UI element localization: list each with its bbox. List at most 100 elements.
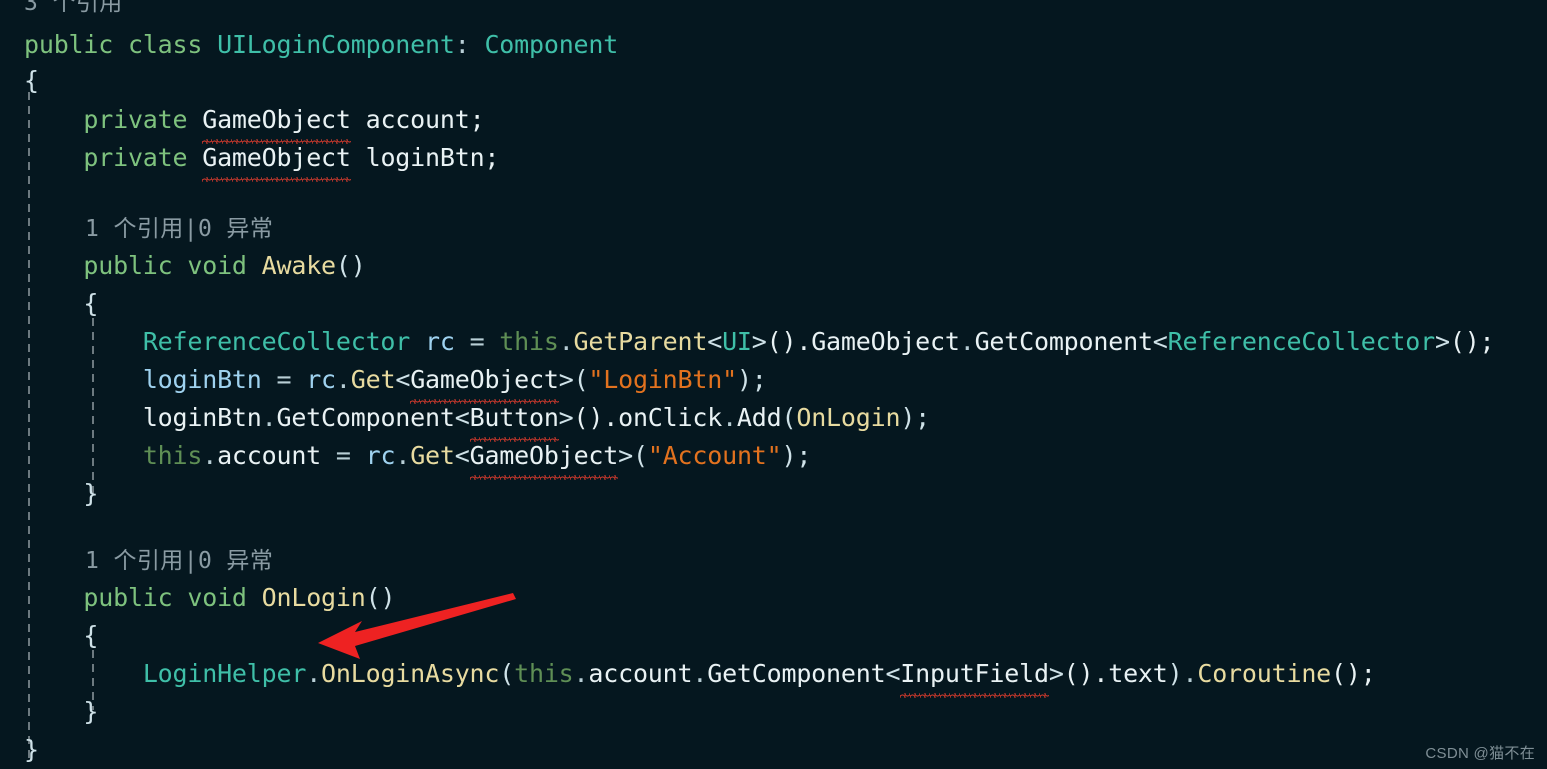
method-get-1: Get — [350, 365, 396, 394]
code-line-field-loginbtn: private GameObject loginBtn; — [24, 139, 500, 182]
type-gameobject-1: GameObject — [202, 101, 351, 144]
type-gameobject-2: GameObject — [202, 139, 351, 182]
angle-open-button: < — [454, 403, 470, 432]
dot-lb: . — [335, 365, 351, 394]
code-line-onclick-add: loginBtn.GetComponent<Button>().onClick.… — [24, 399, 931, 442]
method-getparent: GetParent — [573, 327, 708, 356]
method-getcomponent-rc: GetComponent — [974, 327, 1153, 356]
csdn-watermark: CSDN @猫不在 — [1425, 745, 1535, 762]
code-line-awake-signature: public void Awake() — [24, 247, 366, 285]
code-line-awake-close-brace: } — [24, 475, 98, 513]
type-button: Button — [469, 399, 559, 442]
local-var-loginbtn-ref: loginBtn — [142, 403, 262, 432]
code-line-class-open-brace: { — [24, 66, 39, 95]
local-var-loginbtn: loginBtn — [142, 365, 262, 394]
paren-open-lh: ( — [499, 659, 515, 688]
local-var-rc-ref-1: rc — [306, 365, 336, 394]
code-line-onlogin-close-brace: } — [24, 693, 98, 731]
operator-assign-lb: = — [276, 365, 292, 394]
property-text: text — [1108, 659, 1168, 688]
keyword-this-account: this — [142, 441, 203, 470]
string-literal-loginbtn: "LoginBtn" — [588, 365, 737, 394]
code-line-loginhelper-call: LoginHelper.OnLoginAsync(this.account.Ge… — [24, 655, 1376, 698]
code-line-onlogin-signature: public void OnLogin() — [24, 579, 395, 617]
code-editor-view: 3 个引用 public class UILoginComponent: Com… — [0, 0, 1547, 769]
angle-close-lb: > — [558, 365, 574, 394]
brace-close-awake: } — [83, 479, 99, 508]
keyword-private-2: private — [83, 143, 188, 172]
field-name-loginbtn: loginBtn; — [365, 143, 500, 172]
codelens-class-references[interactable]: 3 个引用 — [24, 0, 123, 20]
field-name-account: account; — [365, 105, 485, 134]
parens-awake: () — [335, 251, 366, 280]
code-line-onlogin-open-brace: { — [24, 617, 98, 655]
call-end-rc: (); — [1449, 327, 1495, 356]
keyword-void-awake: void — [187, 251, 247, 280]
dot-acc-2: . — [395, 441, 411, 470]
call-parens-lh: (). — [1063, 659, 1109, 688]
property-gameobject: GameObject — [811, 327, 960, 356]
angle-open-refcol: < — [1152, 327, 1168, 356]
code-line-awake-open-brace: { — [24, 285, 98, 323]
angle-open-acc: < — [454, 441, 470, 470]
brace-open-awake: { — [83, 289, 99, 318]
dot-lh-4: . — [1182, 659, 1198, 688]
string-literal-account: "Account" — [647, 441, 782, 470]
dot-lh-3: . — [692, 659, 708, 688]
method-getcomponent-lh: GetComponent — [707, 659, 886, 688]
keyword-this-lh: this — [514, 659, 574, 688]
argument-onlogin: OnLogin — [796, 403, 901, 432]
code-line-class-declaration: public class UILoginComponent: Component — [24, 26, 618, 64]
paren-close-acc: ); — [781, 441, 812, 470]
field-ref-account-lh: account — [588, 659, 693, 688]
local-var-rc-ref-2: rc — [365, 441, 396, 470]
codelens-awake-references[interactable]: 1 个引用|0 异常 — [85, 212, 273, 246]
angle-open-inputfield: < — [885, 659, 901, 688]
operator-assign-rc: = — [469, 327, 485, 356]
code-line-field-account: private GameObject account; — [24, 101, 485, 144]
dot-rc-1: . — [558, 327, 574, 356]
method-coroutine: Coroutine — [1197, 659, 1332, 688]
angle-close-ui: > — [751, 327, 767, 356]
paren-open-add: ( — [781, 403, 797, 432]
parens-onlogin: () — [365, 583, 396, 612]
field-ref-account: account — [217, 441, 322, 470]
keyword-public-awake: public — [83, 251, 173, 280]
brace-close-onlogin: } — [83, 697, 99, 726]
type-referencecollector-generic: ReferenceCollector — [1167, 327, 1436, 356]
paren-close-add: ); — [900, 403, 931, 432]
type-referencecollector: ReferenceCollector — [142, 327, 411, 356]
type-gameobject-generic-1: GameObject — [410, 361, 559, 404]
type-inputfield: InputField — [900, 655, 1049, 698]
local-var-rc: rc — [425, 327, 455, 356]
code-line-class-close-brace: } — [24, 735, 39, 764]
method-get-2: Get — [410, 441, 455, 470]
keyword-public-onlogin: public — [83, 583, 173, 612]
dot-btn-1: . — [261, 403, 277, 432]
keyword-public: public — [24, 30, 114, 59]
angle-close-refcol: > — [1434, 327, 1450, 356]
method-add: Add — [736, 403, 782, 432]
code-line-referencecollector: ReferenceCollector rc = this.GetParent<U… — [24, 323, 1495, 361]
property-onclick: onClick — [618, 403, 723, 432]
type-loginhelper: LoginHelper — [142, 659, 307, 688]
dot-btn-2: . — [722, 403, 737, 432]
keyword-void-onlogin: void — [187, 583, 247, 612]
method-getcomponent-btn: GetComponent — [276, 403, 455, 432]
call-parens-btn: (). — [573, 403, 619, 432]
paren-close-lb: ); — [736, 365, 767, 394]
paren-open-lb: ( — [573, 365, 589, 394]
angle-close-acc: > — [618, 441, 633, 470]
dot-lh-1: . — [306, 659, 322, 688]
paren-open-acc: ( — [632, 441, 648, 470]
method-name-onlogin: OnLogin — [261, 583, 366, 612]
code-line-loginbtn-assign: loginBtn = rc.Get<GameObject>("LoginBtn"… — [24, 361, 767, 404]
keyword-private-1: private — [83, 105, 188, 134]
type-uilogincomponent: UILoginComponent — [217, 30, 455, 59]
codelens-onlogin-references[interactable]: 1 个引用|0 异常 — [85, 544, 273, 578]
dot-rc-2: . — [959, 327, 975, 356]
code-text-area[interactable]: 3 个引用 public class UILoginComponent: Com… — [0, 0, 1547, 769]
angle-open-lb: < — [395, 365, 411, 394]
paren-close-lh: ) — [1167, 659, 1183, 688]
call-end-lh: (); — [1331, 659, 1376, 688]
